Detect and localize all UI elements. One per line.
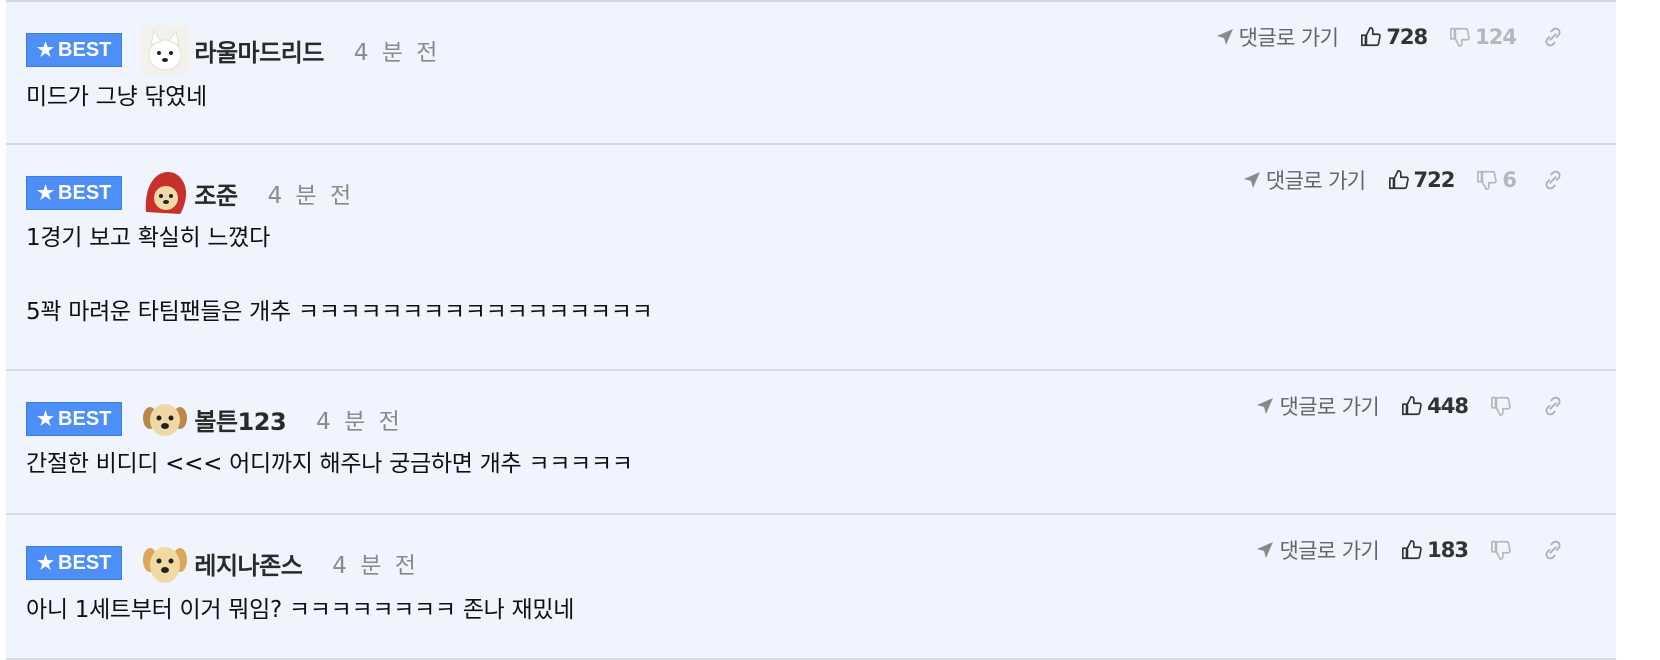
navigation-arrow-icon — [1257, 542, 1274, 558]
star-icon: ★ — [37, 408, 55, 430]
downvote-button[interactable]: 124 — [1449, 25, 1517, 49]
thumbs-up-icon — [1361, 27, 1382, 47]
navigation-arrow-icon — [1243, 172, 1260, 188]
avatar[interactable] — [140, 168, 191, 218]
hooded-dog-avatar-icon — [140, 168, 191, 218]
white-dog-avatar-icon — [140, 25, 191, 75]
go-to-reply-label: 댓글로 가기 — [1279, 539, 1380, 563]
copy-link-button[interactable] — [1542, 539, 1564, 561]
comment-actions: 댓글로 가기 183 — [1255, 535, 1564, 565]
thumbs-down-icon — [1491, 396, 1511, 416]
go-to-reply-link[interactable]: 댓글로 가기 — [1255, 535, 1380, 565]
author-nickname[interactable]: 볼튼123 — [194, 402, 286, 437]
comment-text: 미드가 그냥 닦였네 — [26, 84, 207, 110]
link-icon — [1545, 170, 1561, 190]
comment-header: ★ BEST 조준 4 분 전 — [26, 168, 355, 218]
comment-item: ★ BEST 라울마드리드 4 분 전 댓글로 가기 728 124 미드가 그… — [6, 2, 1616, 145]
comment-body: 1경기 보고 확실히 느꼈다 5꽉 마려운 타팀팬들은 개추 ㅋㅋㅋㅋㅋㅋㅋㅋㅋ… — [26, 225, 653, 326]
comment-body: 간절한 비디디 <<< 어디까지 해주나 궁금하면 개추 ㅋㅋㅋㅋㅋ — [26, 451, 633, 479]
star-icon: ★ — [37, 39, 55, 61]
comment-header: ★ BEST 라울마드리드 4 분 전 — [26, 25, 441, 75]
comment-text: 5꽉 마려운 타팀팬들은 개추 ㅋㅋㅋㅋㅋㅋㅋㅋㅋㅋㅋㅋㅋㅋㅋㅋㅋ — [26, 298, 653, 325]
go-to-reply-link[interactable]: 댓글로 가기 — [1242, 165, 1366, 195]
comment-header: ★ BEST 볼튼123 4 분 전 — [26, 394, 403, 444]
author-nickname[interactable]: 라울마드리드 — [194, 33, 324, 68]
author-nickname[interactable]: 레지나존스 — [194, 546, 302, 581]
copy-link-button[interactable] — [1542, 26, 1564, 48]
go-to-reply-link[interactable]: 댓글로 가기 — [1255, 391, 1380, 421]
upvote-count: 722 — [1413, 168, 1456, 192]
upvote-count: 728 — [1386, 25, 1428, 49]
go-to-reply-label: 댓글로 가기 — [1279, 395, 1380, 419]
thumbs-down-icon — [1491, 540, 1511, 560]
best-badge-label: BEST — [58, 407, 112, 430]
downvote-button[interactable]: 6 — [1476, 168, 1517, 192]
go-to-reply-label: 댓글로 가기 — [1265, 169, 1366, 193]
thumbs-down-icon — [1450, 27, 1470, 47]
downvote-count: 124 — [1475, 25, 1517, 49]
puppy-avatar-icon — [140, 394, 191, 444]
comment-actions: 댓글로 가기 722 6 — [1242, 165, 1564, 195]
comment-text: 간절한 비디디 <<< 어디까지 해주나 궁금하면 개추 ㅋㅋㅋㅋㅋ — [26, 451, 633, 477]
comment-time: 4 분 전 — [267, 183, 355, 209]
comment-body: 미드가 그냥 닦였네 — [26, 84, 207, 112]
go-to-reply-label: 댓글로 가기 — [1238, 26, 1339, 50]
upvote-button[interactable]: 722 — [1388, 168, 1455, 192]
link-icon — [1545, 396, 1561, 416]
comment-text: 1경기 보고 확실히 느꼈다 — [26, 225, 270, 251]
thumbs-up-icon — [1402, 540, 1422, 560]
comment-time: 4 분 전 — [316, 409, 403, 435]
star-icon: ★ — [37, 552, 55, 574]
link-icon — [1545, 27, 1561, 47]
downvote-button[interactable] — [1490, 539, 1516, 561]
go-to-reply-link[interactable]: 댓글로 가기 — [1215, 22, 1339, 52]
comment-item: ★ BEST 레지나존스 4 분 전 댓글로 가기 183 아니 1세트부터 이… — [6, 515, 1616, 660]
upvote-button[interactable]: 183 — [1401, 538, 1469, 562]
best-badge: ★ BEST — [26, 33, 123, 67]
comment-time: 4 분 전 — [332, 553, 419, 579]
star-icon: ★ — [37, 182, 55, 204]
link-icon — [1545, 540, 1561, 560]
best-badge-label: BEST — [58, 38, 112, 61]
avatar[interactable] — [140, 25, 191, 75]
upvote-count: 448 — [1427, 394, 1469, 418]
copy-link-button[interactable] — [1542, 395, 1564, 417]
comment-list: ★ BEST 라울마드리드 4 분 전 댓글로 가기 728 124 미드가 그… — [6, 0, 1616, 660]
comment-actions: 댓글로 가기 728 124 — [1215, 22, 1564, 52]
comment-actions: 댓글로 가기 448 — [1255, 391, 1564, 421]
upvote-button[interactable]: 448 — [1401, 394, 1469, 418]
navigation-arrow-icon — [1257, 398, 1274, 414]
comment-time: 4 분 전 — [353, 40, 441, 66]
downvote-button[interactable] — [1490, 395, 1516, 417]
thumbs-up-icon — [1402, 396, 1422, 416]
avatar[interactable] — [140, 538, 191, 588]
avatar[interactable] — [140, 394, 191, 444]
best-badge-label: BEST — [58, 551, 112, 574]
thumbs-up-icon — [1388, 170, 1409, 190]
upvote-button[interactable]: 728 — [1360, 25, 1428, 49]
best-badge-label: BEST — [58, 181, 112, 204]
best-badge: ★ BEST — [26, 402, 123, 436]
copy-link-button[interactable] — [1542, 169, 1564, 191]
comment-body: 아니 1세트부터 이거 뭐임? ㅋㅋㅋㅋㅋㅋㅋㅋ 존나 재밌네 — [26, 597, 574, 625]
comment-text: 아니 1세트부터 이거 뭐임? ㅋㅋㅋㅋㅋㅋㅋㅋ 존나 재밌네 — [26, 597, 575, 623]
downvote-count: 6 — [1502, 168, 1517, 192]
golden-puppy-avatar-icon — [140, 538, 191, 588]
comment-item: ★ BEST 조준 4 분 전 댓글로 가기 722 6 1경기 보고 확실히 … — [6, 145, 1616, 371]
best-badge: ★ BEST — [26, 546, 123, 580]
comment-header: ★ BEST 레지나존스 4 분 전 — [26, 538, 419, 588]
best-badge: ★ BEST — [26, 176, 123, 210]
thumbs-down-icon — [1477, 170, 1498, 190]
navigation-arrow-icon — [1216, 29, 1233, 45]
author-nickname[interactable]: 조준 — [194, 176, 238, 211]
comment-item: ★ BEST 볼튼123 4 분 전 댓글로 가기 448 간절한 비디디 <<… — [6, 371, 1616, 515]
upvote-count: 183 — [1427, 538, 1469, 562]
